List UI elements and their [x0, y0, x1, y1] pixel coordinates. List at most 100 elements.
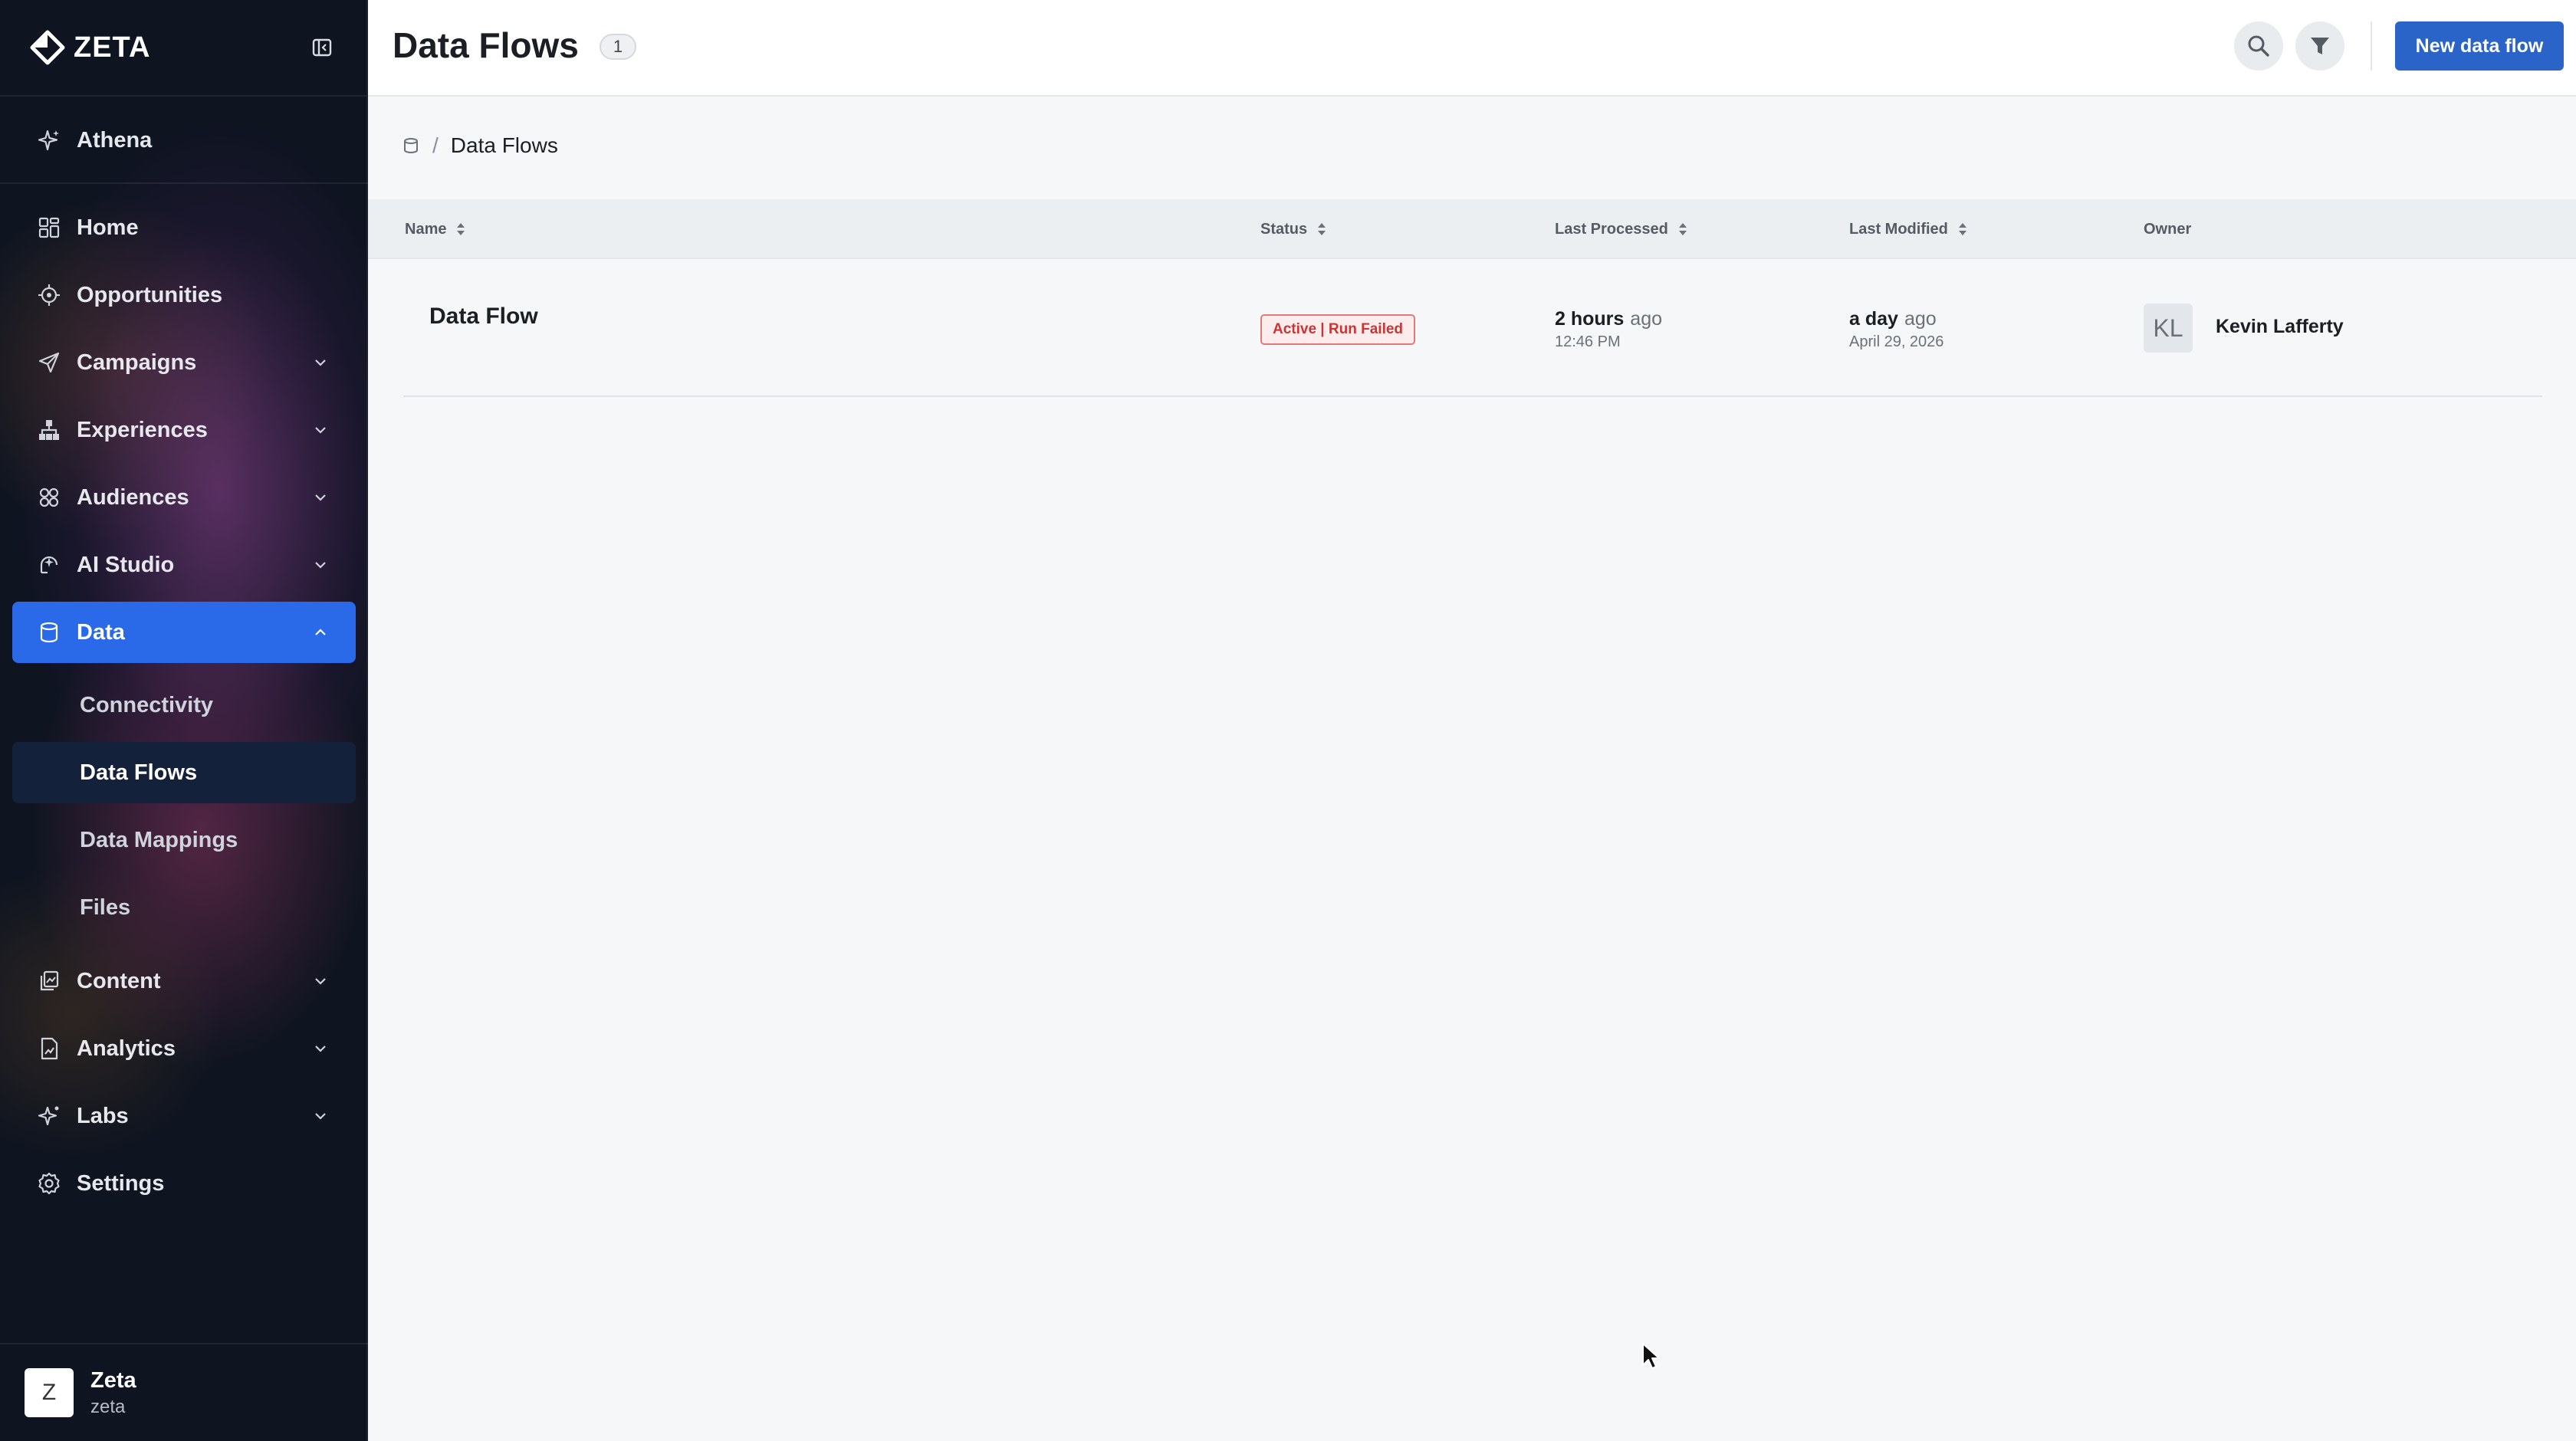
column-header-name[interactable]: Name: [405, 199, 466, 259]
top-bar: Data Flows 1 New data flow: [368, 0, 2576, 97]
sidebar-collapse-icon: [312, 38, 332, 57]
sidebar-subitem-label: Data Mappings: [80, 827, 238, 852]
sidebar-item-analytics[interactable]: Analytics: [12, 1018, 356, 1079]
sidebar-item-home[interactable]: Home: [12, 197, 356, 258]
toolbar-divider: [2371, 21, 2372, 71]
database-icon: [35, 619, 63, 646]
sidebar-item-label: Campaigns: [77, 350, 197, 375]
relative-time-suffix: ago: [1630, 308, 1663, 330]
zeta-logo-icon: [30, 30, 65, 65]
sort-icon: [1678, 223, 1687, 235]
column-label: Name: [405, 220, 447, 238]
target-icon: [35, 281, 63, 309]
sidebar-item-label: Experiences: [77, 417, 208, 442]
sidebar-item-label: Analytics: [77, 1036, 176, 1061]
sidebar-subitem-label: Connectivity: [80, 692, 214, 717]
breadcrumb-current: Data Flows: [450, 133, 558, 157]
sidebar-item-label: AI Studio: [77, 552, 175, 577]
sidebar-item-label: Opportunities: [77, 282, 223, 307]
last-modified-relative: a day ago: [1849, 308, 1944, 330]
sidebar-subitem-connectivity[interactable]: Connectivity: [12, 675, 356, 736]
search-icon: [2248, 35, 2269, 57]
sidebar-subitem-label: Data Flows: [80, 760, 198, 785]
column-header-last-modified[interactable]: Last Modified: [1849, 199, 1968, 259]
column-label: Owner: [2144, 220, 2192, 238]
sidebar-item-athena[interactable]: Athena: [12, 110, 356, 171]
sort-icon: [1318, 223, 1326, 235]
content-icon: [35, 967, 63, 995]
collapse-sidebar-button[interactable]: [308, 34, 336, 61]
mouse-cursor-icon: [1642, 1343, 1660, 1369]
chevron-down-icon[interactable]: [310, 1105, 331, 1127]
sparkle-icon: [35, 126, 63, 154]
column-label: Last Processed: [1555, 220, 1668, 238]
analytics-icon: [35, 1035, 63, 1062]
count-badge: 1: [600, 34, 636, 60]
sidebar-item-label: Settings: [77, 1170, 165, 1196]
org-switcher[interactable]: Z Zeta zeta: [0, 1343, 368, 1441]
last-processed-absolute: 12:46 PM: [1555, 333, 1621, 350]
new-data-flow-button[interactable]: New data flow: [2395, 21, 2564, 71]
org-subtitle: zeta: [90, 1396, 126, 1417]
hierarchy-icon: [35, 416, 63, 444]
zeta-logo[interactable]: ZETA: [29, 29, 150, 66]
avatar: Z: [25, 1368, 74, 1417]
column-header-owner: Owner: [2144, 199, 2191, 259]
sidebar-divider: [0, 182, 368, 184]
filter-button[interactable]: [2295, 21, 2344, 71]
last-modified-cell: a day ago April 29, 2026: [1849, 308, 1944, 351]
grid-icon: [35, 214, 63, 241]
sidebar-item-data[interactable]: Data: [12, 602, 356, 663]
relative-time-value: a day: [1849, 308, 1898, 330]
table-header: Name Status Last Processed Last Modified…: [368, 199, 2576, 259]
org-name: Zeta: [90, 1367, 136, 1393]
sidebar-subitem-data-flows[interactable]: Data Flows: [12, 742, 356, 803]
labs-icon: [35, 1102, 63, 1130]
sidebar-item-label: Audiences: [77, 484, 189, 510]
last-processed-cell: 2 hours ago 12:46 PM: [1555, 308, 1662, 351]
status-badge: Active | Run Failed: [1260, 314, 1416, 345]
last-modified-absolute: April 29, 2026: [1849, 333, 1944, 350]
sidebar-item-content[interactable]: Content: [12, 950, 356, 1012]
gear-icon: [35, 1170, 63, 1197]
owner-name: Kevin Lafferty: [2216, 316, 2344, 337]
breadcrumb: / Data Flows: [402, 133, 558, 158]
sidebar: ZETA Athena Home Opportunities Campaigns…: [0, 0, 368, 1441]
column-header-status[interactable]: Status: [1260, 199, 1327, 259]
flow-name-link[interactable]: Data Flow: [429, 304, 538, 330]
ai-studio-icon: [35, 551, 63, 579]
owner-avatar: KL: [2144, 304, 2193, 353]
page-title: Data Flows: [393, 25, 579, 65]
sidebar-item-label: Athena: [77, 127, 153, 153]
send-icon: [35, 349, 63, 376]
table-row[interactable]: Data Flow Active | Run Failed 2 hours ago…: [403, 261, 2542, 397]
org-info: Zeta zeta: [90, 1368, 136, 1418]
chevron-down-icon[interactable]: [310, 487, 331, 508]
database-icon[interactable]: [402, 136, 420, 155]
chevron-down-icon[interactable]: [310, 419, 331, 441]
chevron-down-icon[interactable]: [310, 1038, 331, 1059]
sidebar-item-label: Content: [77, 968, 161, 993]
last-processed-relative: 2 hours ago: [1555, 308, 1662, 330]
sidebar-header: ZETA: [0, 0, 366, 97]
relative-time-value: 2 hours: [1555, 308, 1625, 330]
search-button[interactable]: [2234, 21, 2283, 71]
chevron-up-icon[interactable]: [310, 622, 331, 643]
sidebar-item-label: Home: [77, 215, 139, 240]
chevron-down-icon[interactable]: [310, 352, 331, 373]
chevron-down-icon[interactable]: [310, 554, 331, 576]
sidebar-subitem-data-mappings[interactable]: Data Mappings: [12, 809, 356, 871]
sidebar-item-campaigns[interactable]: Campaigns: [12, 332, 356, 393]
sidebar-item-opportunities[interactable]: Opportunities: [12, 264, 356, 326]
sidebar-item-experiences[interactable]: Experiences: [12, 399, 356, 461]
sidebar-item-ai-studio[interactable]: AI Studio: [12, 534, 356, 596]
sidebar-item-label: Data: [77, 619, 125, 645]
sidebar-item-audiences[interactable]: Audiences: [12, 467, 356, 528]
sidebar-item-labs[interactable]: Labs: [12, 1085, 356, 1147]
column-label: Status: [1260, 220, 1308, 238]
chevron-down-icon[interactable]: [310, 970, 331, 992]
sidebar-item-settings[interactable]: Settings: [12, 1153, 356, 1214]
column-header-last-processed[interactable]: Last Processed: [1555, 199, 1688, 259]
sidebar-subitem-files[interactable]: Files: [12, 877, 356, 938]
sidebar-subitem-label: Files: [80, 894, 131, 920]
